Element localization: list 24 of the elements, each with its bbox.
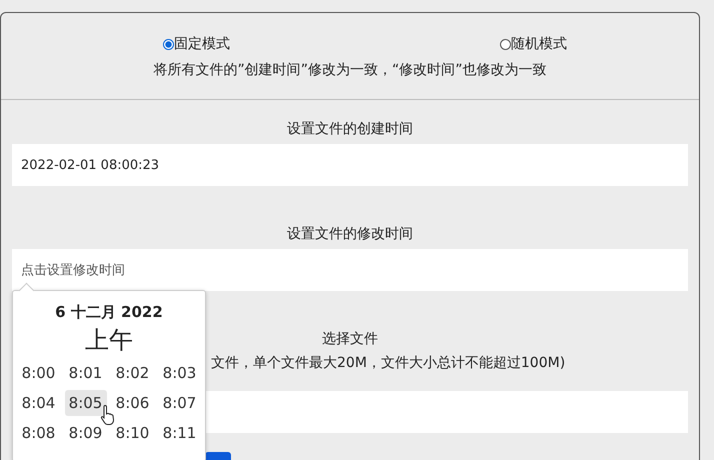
time-option[interactable]: 8:07: [158, 390, 200, 416]
create-time-label: 设置文件的创建时间: [287, 120, 413, 138]
file-select-label: 选择文件: [322, 330, 378, 348]
modify-time-field[interactable]: 点击设置修改时间: [12, 249, 688, 291]
mode-radio[interactable]: 随机模式: [500, 35, 567, 53]
modify-time-label: 设置文件的修改时间: [287, 225, 413, 243]
picker-date: 6 十二月 2022: [55, 303, 163, 322]
picker-period: 上午: [85, 325, 133, 356]
time-option[interactable]: 8:11: [158, 420, 200, 446]
hand-cursor-icon: [100, 404, 116, 426]
time-option[interactable]: 8:03: [158, 360, 200, 386]
time-option[interactable]: 8:04: [18, 390, 60, 416]
time-option[interactable]: 8:06: [112, 390, 154, 416]
time-option[interactable]: 8:08: [18, 420, 60, 446]
time-option[interactable]: 8:05: [64, 390, 106, 416]
time-option[interactable]: 8:01: [64, 360, 106, 386]
time-option[interactable]: 8:02: [112, 360, 154, 386]
mode-description: 将所有文件的”创建时间”修改为一致，“修改时间”也修改为一致: [153, 61, 546, 79]
time-option[interactable]: 8:09: [64, 420, 106, 446]
time-option[interactable]: 8:00: [18, 360, 60, 386]
create-time-field[interactable]: 2022-02-01 08:00:23: [12, 144, 688, 186]
file-limit-note: 文件，单个文件最大20M，文件大小总计不能超过100M): [210, 354, 566, 372]
mode-radio[interactable]: 固定模式: [163, 35, 230, 53]
time-option[interactable]: 8:10: [112, 420, 154, 446]
